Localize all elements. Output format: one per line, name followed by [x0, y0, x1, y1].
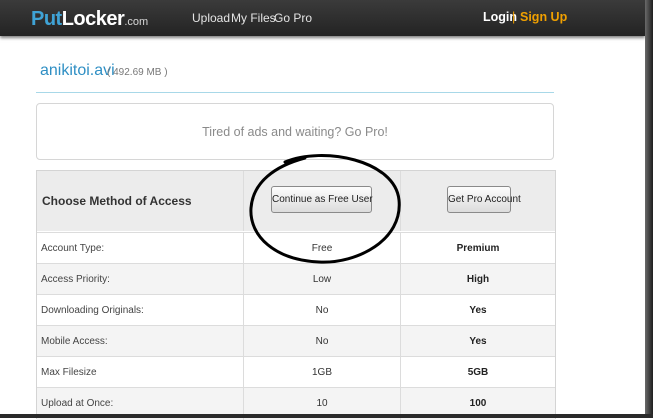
free-value: Low — [312, 274, 332, 285]
table-row: Mobile Access: No Yes — [37, 325, 555, 356]
pro-value: Premium — [456, 243, 500, 254]
auth-separator: | — [512, 10, 516, 24]
header-pro-cell: Get Pro Account — [401, 171, 555, 231]
top-navigation-bar: PutLocker.com Upload My Files Go Pro Log… — [0, 0, 645, 36]
row-label: Upload at Once: — [41, 398, 114, 409]
nav-my-files-link[interactable]: My Files — [231, 11, 276, 25]
pro-value: 100 — [469, 398, 487, 409]
access-method-table: Choose Method of Access Continue as Free… — [36, 170, 556, 420]
signup-link[interactable]: Sign Up — [520, 10, 567, 24]
row-label: Downloading Originals: — [41, 305, 144, 316]
pro-value: Yes — [469, 305, 487, 316]
heading-divider — [36, 92, 554, 93]
table-row: Access Priority: Low High — [37, 263, 555, 294]
window-edge-shadow — [645, 0, 653, 418]
table-header-row: Choose Method of Access Continue as Free… — [37, 171, 555, 231]
choose-method-title: Choose Method of Access — [42, 194, 192, 208]
nav-upload-link[interactable]: Upload — [192, 11, 230, 25]
free-value: Free — [311, 243, 333, 254]
row-label: Mobile Access: — [41, 336, 108, 347]
go-pro-banner-text: Tired of ads and waiting? Go Pro! — [202, 125, 388, 139]
row-label: Access Priority: — [41, 274, 110, 285]
row-label: Account Type: — [41, 243, 105, 254]
pro-value: 5GB — [467, 367, 489, 378]
file-size: ( 492.69 MB ) — [107, 67, 168, 78]
pro-value: Yes — [469, 336, 487, 347]
header-free-cell: Continue as Free User — [244, 171, 401, 231]
continue-free-button[interactable]: Continue as Free User — [271, 186, 373, 213]
row-label: Max Filesize — [41, 367, 97, 378]
free-value: 10 — [316, 398, 328, 409]
free-value: No — [315, 305, 329, 316]
table-row: Account Type: Free Premium — [37, 232, 555, 263]
file-name: anikitoi.avi — [40, 62, 115, 79]
table-row: Downloading Originals: No Yes — [37, 294, 555, 325]
pro-value: High — [466, 274, 490, 285]
free-value: No — [315, 336, 329, 347]
putlocker-logo[interactable]: PutLocker.com — [31, 7, 148, 34]
table-row: Max Filesize 1GB 5GB — [37, 356, 555, 387]
go-pro-banner: Tired of ads and waiting? Go Pro! — [36, 103, 554, 160]
header-label-cell: Choose Method of Access — [37, 171, 244, 231]
free-value: 1GB — [311, 367, 332, 378]
get-pro-account-button[interactable]: Get Pro Account — [447, 186, 521, 213]
window-bottom-edge — [0, 414, 653, 418]
nav-go-pro-link[interactable]: Go Pro — [274, 11, 312, 25]
